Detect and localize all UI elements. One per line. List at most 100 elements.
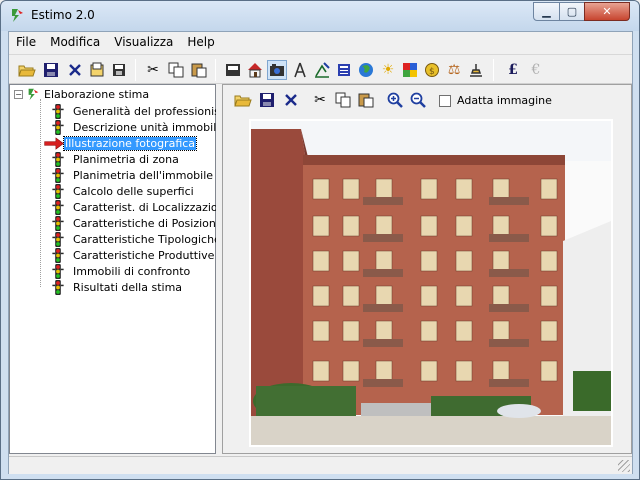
image-open-button[interactable] <box>233 90 253 110</box>
minimize-button[interactable]: ▁ <box>533 2 560 21</box>
cut-icon: ✂ <box>147 62 159 78</box>
photo-window <box>375 250 393 272</box>
photo-window <box>342 250 360 272</box>
image-save-button[interactable] <box>257 90 277 110</box>
close-button[interactable]: ✕ <box>584 2 630 21</box>
tree-item-label: Planimetria di zona <box>73 152 179 166</box>
building-photo <box>251 121 611 445</box>
tree-item-label: Planimetria dell'immobile <box>73 168 214 182</box>
tree-item[interactable]: Caratteristiche Produttive <box>52 247 215 263</box>
photo-window <box>455 360 473 382</box>
fit-image-label[interactable]: Adatta immagine <box>457 94 552 107</box>
tree-view[interactable]: − Elaborazione stima Generalità del prof… <box>9 84 237 454</box>
traffic-light-icon <box>52 215 64 231</box>
cut-button[interactable]: ✂ <box>143 60 163 80</box>
tree-item-label: Descrizione unità immobiliare <box>73 120 238 134</box>
camera-button[interactable] <box>267 60 287 80</box>
zoom-out-button[interactable] <box>408 90 428 110</box>
traffic-light-icon <box>52 263 64 279</box>
photo-window <box>375 215 393 237</box>
tree-item[interactable]: Descrizione unità immobiliare <box>52 119 238 135</box>
print-button[interactable] <box>223 60 243 80</box>
compass-button[interactable] <box>290 60 310 80</box>
grid-icon <box>403 63 417 77</box>
zoom-in-button[interactable] <box>385 90 405 110</box>
open-folder-icon <box>234 95 252 107</box>
tree-item[interactable]: Risultati della stima <box>52 279 183 295</box>
fit-image-checkbox[interactable] <box>439 95 451 107</box>
delete-icon <box>285 94 297 106</box>
euro-icon: € <box>531 62 541 78</box>
scale-icon: ⚖ <box>447 62 461 78</box>
photo-balcony <box>489 269 529 277</box>
menu-modifica[interactable]: Modifica <box>43 32 107 52</box>
tree-item[interactable]: Caratteristiche di Posizione <box>52 215 224 231</box>
image-paste-button[interactable] <box>356 90 376 110</box>
globe-button[interactable] <box>356 60 376 80</box>
tree-item[interactable]: Calcolo delle superfici <box>52 183 195 199</box>
photo-balcony <box>489 197 529 205</box>
photo-window <box>455 215 473 237</box>
export-icon <box>113 64 125 76</box>
printer-icon <box>226 64 240 76</box>
copy-icon <box>168 62 184 78</box>
coin-button[interactable]: $ <box>422 60 442 80</box>
tree-item[interactable]: Illustrazione fotografica <box>44 135 198 151</box>
paste-button[interactable] <box>189 60 209 80</box>
photo-window <box>312 285 330 307</box>
toolbar-separator <box>215 59 216 81</box>
photo-window <box>420 360 438 382</box>
tree-item[interactable]: Caratteristiche Tipologiche <box>52 231 222 247</box>
tree-item[interactable]: Immobili di confronto <box>52 263 191 279</box>
photo-window <box>420 285 438 307</box>
photo-balcony <box>489 304 529 312</box>
title-bar[interactable]: Estimo 2.0 ▁ ▢ ✕ <box>1 1 639 31</box>
export-button[interactable] <box>109 60 129 80</box>
photo-window <box>312 360 330 382</box>
photo-window <box>540 320 558 342</box>
tree-item[interactable]: Generalità del professionista <box>52 103 232 119</box>
photo-window <box>492 285 510 307</box>
delete-button[interactable] <box>65 60 85 80</box>
calculator-button[interactable] <box>334 60 354 80</box>
copy-button[interactable] <box>166 60 186 80</box>
tree-item[interactable]: Caratterist. di Localizzazione <box>52 199 232 215</box>
tree-item-label: Caratteristiche Produttive <box>73 248 215 262</box>
sun-button[interactable]: ☀ <box>378 60 398 80</box>
image-delete-button[interactable] <box>281 90 301 110</box>
traffic-light-icon <box>52 183 64 199</box>
photo-window <box>375 320 393 342</box>
pound-button[interactable]: £ <box>503 60 523 80</box>
image-cut-button[interactable]: ✂ <box>310 90 330 110</box>
menu-file[interactable]: File <box>9 32 43 52</box>
stamp-button[interactable] <box>466 60 486 80</box>
traffic-light-icon <box>52 199 64 215</box>
photo-balcony <box>489 234 529 242</box>
drawing-button[interactable] <box>312 60 332 80</box>
traffic-light-icon <box>52 247 64 263</box>
maximize-button[interactable]: ▢ <box>559 2 585 21</box>
tree-item[interactable]: Planimetria di zona <box>52 151 180 167</box>
house-button[interactable] <box>245 60 265 80</box>
photo-window <box>312 320 330 342</box>
tree-item-label: Generalità del professionista <box>73 104 231 118</box>
menu-help[interactable]: Help <box>180 32 221 52</box>
resize-grip-icon[interactable] <box>618 460 630 472</box>
image-viewport[interactable] <box>249 119 613 447</box>
collapse-icon[interactable]: − <box>14 89 23 99</box>
tree-item[interactable]: Planimetria dell'immobile <box>52 167 214 183</box>
euro-button[interactable]: € <box>526 60 546 80</box>
import-button[interactable] <box>87 60 107 80</box>
image-copy-button[interactable] <box>333 90 353 110</box>
photo-window <box>342 178 360 200</box>
status-bar <box>9 456 632 474</box>
tree-item-label: Caratteristiche di Posizione <box>73 216 223 230</box>
scale-button[interactable]: ⚖ <box>444 60 464 80</box>
open-button[interactable] <box>17 60 37 80</box>
tree-root[interactable]: − Elaborazione stima <box>14 87 150 101</box>
grid-button[interactable] <box>400 60 420 80</box>
menu-visualizza[interactable]: Visualizza <box>107 32 180 52</box>
window-title: Estimo 2.0 <box>31 8 95 22</box>
traffic-light-icon <box>52 151 64 167</box>
save-button[interactable] <box>41 60 61 80</box>
